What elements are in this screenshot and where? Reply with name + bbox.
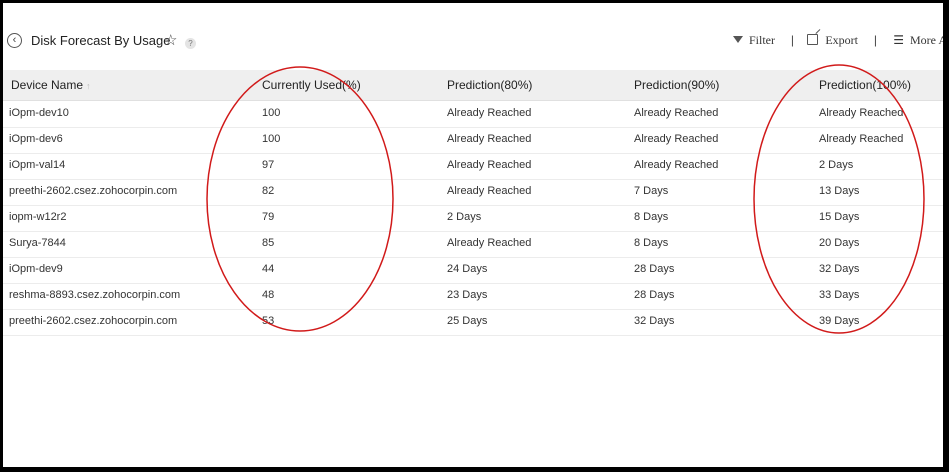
table-cell: 25 Days <box>447 315 488 327</box>
table-cell[interactable]: iOpm-val14 <box>9 159 65 171</box>
table-cell: 24 Days <box>447 263 488 275</box>
table-cell: Already Reached <box>447 107 532 119</box>
table-row[interactable]: preethi-2602.csez.zohocorpin.com 53 25 Day… <box>3 309 943 336</box>
column-header-currently-used[interactable]: Currently Used(%) <box>262 78 361 92</box>
filter-icon <box>733 36 743 43</box>
page-header: ‹ Disk Forecast By Usage ☆ ? Filter | Ex… <box>3 3 943 65</box>
table-cell: 2 Days <box>447 211 482 223</box>
table-cell: 13 Days <box>819 185 860 197</box>
table-cell: 48 <box>262 289 275 301</box>
table-cell: 23 Days <box>447 289 488 301</box>
table-cell[interactable]: reshma-8893.csez.zohocorpin.com <box>9 289 180 301</box>
table-row[interactable]: iOpm-dev6 100 Already Reached Already Reach… <box>3 127 943 154</box>
table-cell: 97 <box>262 159 275 171</box>
table-cell: 8 Days <box>634 211 669 223</box>
table-cell: Already Reached <box>819 107 904 119</box>
table-cell: 32 Days <box>634 315 675 327</box>
table-cell[interactable]: iOpm-dev6 <box>9 133 63 145</box>
table-cell: Already Reached <box>634 107 719 119</box>
table-row[interactable]: reshma-8893.csez.zohocorpin.com 48 23 Days… <box>3 283 943 310</box>
table-cell[interactable]: iopm-w12r2 <box>9 211 66 223</box>
table-cell[interactable]: preethi-2602.csez.zohocorpin.com <box>9 185 177 197</box>
export-label: Export <box>825 33 858 47</box>
table-cell: 53 <box>262 315 275 327</box>
more-label: More A <box>910 33 943 47</box>
export-icon <box>807 34 819 45</box>
back-arrow-icon[interactable]: ‹ <box>7 33 22 48</box>
table-cell: 7 Days <box>634 185 669 197</box>
filter-label: Filter <box>749 33 775 47</box>
table-cell: 20 Days <box>819 237 860 249</box>
column-header-prediction-80[interactable]: Prediction(80%) <box>447 78 532 92</box>
star-icon[interactable]: ☆ <box>164 31 177 49</box>
table-row[interactable]: Surya-7844 85 Already Reached 8 Days 20 Days <box>3 231 943 258</box>
table-cell: 44 <box>262 263 275 275</box>
table-cell: Already Reached <box>447 237 532 249</box>
table-cell: Already Reached <box>634 133 719 145</box>
more-actions-button[interactable]: ☰ More A <box>893 33 943 48</box>
column-header-prediction-90[interactable]: Prediction(90%) <box>634 78 719 92</box>
table-cell: 85 <box>262 237 275 249</box>
table-cell: 33 Days <box>819 289 860 301</box>
table-row[interactable]: iOpm-dev9 44 24 Days 28 Days 32 Days <box>3 257 943 284</box>
table-cell: 28 Days <box>634 289 675 301</box>
page-title: Disk Forecast By Usage <box>31 33 171 48</box>
table-cell[interactable]: iOpm-dev9 <box>9 263 63 275</box>
filter-button[interactable]: Filter <box>733 33 775 48</box>
table-cell[interactable]: preethi-2602.csez.zohocorpin.com <box>9 315 177 327</box>
table-cell: 28 Days <box>634 263 675 275</box>
table-cell: 15 Days <box>819 211 860 223</box>
table-row[interactable]: preethi-2602.csez.zohocorpin.com 82 Alread… <box>3 179 943 206</box>
table-cell: Already Reached <box>634 159 719 171</box>
table-cell[interactable]: iOpm-dev10 <box>9 107 69 119</box>
table-cell: 79 <box>262 211 275 223</box>
table-row[interactable]: iopm-w12r2 79 2 Days 8 Days 15 Days <box>3 205 943 232</box>
help-icon[interactable]: ? <box>185 38 196 49</box>
table-row[interactable]: iOpm-dev10 100 Already Reached Already Reac… <box>3 101 943 128</box>
table-cell[interactable]: Surya-7844 <box>9 237 66 249</box>
export-button[interactable]: Export <box>807 33 858 48</box>
table-cell: 100 <box>262 107 281 119</box>
table-cell: 8 Days <box>634 237 669 249</box>
table-cell: 2 Days <box>819 159 854 171</box>
column-header-prediction-100[interactable]: Prediction(100%) <box>819 78 911 92</box>
table-cell: Already Reached <box>447 133 532 145</box>
menu-icon: ☰ <box>893 33 904 47</box>
table-cell: 100 <box>262 133 281 145</box>
table-cell: Already Reached <box>447 159 532 171</box>
table-cell: 39 Days <box>819 315 860 327</box>
toolbar-separator: | <box>790 33 794 47</box>
app-window: ‹ Disk Forecast By Usage ☆ ? Filter | Ex… <box>3 3 943 467</box>
toolbar-separator: | <box>873 33 877 47</box>
sort-icon[interactable]: ↑ <box>86 81 91 91</box>
table-cell: 32 Days <box>819 263 860 275</box>
table-cell: 82 <box>262 185 275 197</box>
table-cell: Already Reached <box>447 185 532 197</box>
table-cell: Already Reached <box>819 133 904 145</box>
column-header-device-name[interactable]: Device Name ↑ <box>11 78 91 92</box>
table-row[interactable]: iOpm-val14 97 Already Reached Already Reach… <box>3 153 943 180</box>
table-header: Device Name ↑ Currently Used(%) Predictio… <box>3 70 943 101</box>
